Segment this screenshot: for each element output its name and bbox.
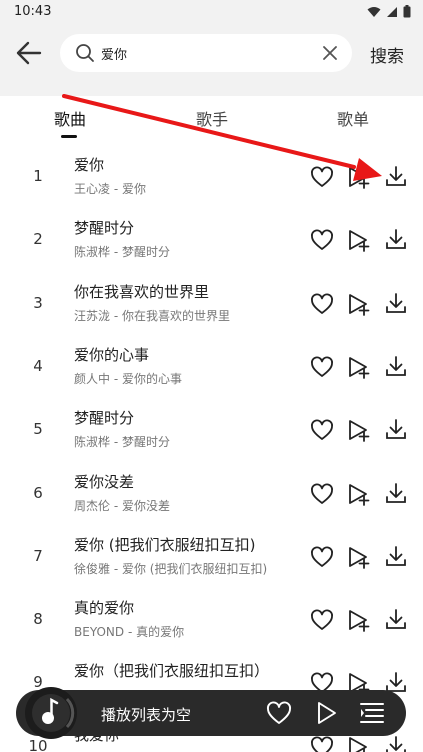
download-icon[interactable] [383, 354, 409, 380]
song-title: 梦醒时分 [74, 409, 135, 428]
like-heart-icon[interactable] [309, 354, 335, 380]
download-icon[interactable] [383, 734, 409, 752]
add-to-playlist-icon[interactable] [346, 291, 372, 317]
song-index: 6 [33, 483, 43, 502]
like-heart-icon[interactable] [309, 481, 335, 507]
player-status-text: 播放列表为空 [101, 706, 192, 724]
tab-playlists[interactable]: 歌单 [337, 106, 369, 130]
song-row[interactable]: 5 梦醒时分陈淑桦 - 梦醒时分 [0, 400, 423, 463]
status-icons [367, 5, 411, 18]
song-artist-album: 周杰伦 - 爱你没差 [74, 498, 170, 513]
status-bar: 10:43 [0, 0, 423, 26]
add-to-playlist-icon[interactable] [346, 227, 372, 253]
add-to-playlist-icon[interactable] [346, 417, 372, 443]
like-heart-icon[interactable] [309, 164, 335, 190]
heart-icon[interactable] [265, 699, 293, 727]
song-title: 爱你没差 [74, 472, 135, 491]
search-input[interactable]: 爱你 [60, 34, 352, 72]
song-artist-album: BEYOND - 真的爱你 [74, 625, 185, 640]
like-heart-icon[interactable] [309, 417, 335, 443]
song-index: 4 [33, 356, 43, 375]
song-row[interactable]: 4 爱你的心事颜人中 - 爱你的心事 [0, 337, 423, 400]
download-icon[interactable] [383, 544, 409, 570]
song-row[interactable]: 1 爱你王心凌 - 爱你 [0, 147, 423, 210]
search-query-text[interactable]: 爱你 [101, 44, 127, 63]
song-artist-album: 王心凌 - 爱你 [74, 182, 146, 196]
download-icon[interactable] [383, 291, 409, 317]
song-index: 8 [33, 610, 43, 629]
like-heart-icon[interactable] [309, 734, 335, 752]
song-title: 爱你 (把我们衣服纽扣互扣) [74, 535, 256, 554]
add-to-playlist-icon[interactable] [346, 734, 372, 752]
download-icon[interactable] [383, 607, 409, 633]
search-button[interactable]: 搜索 [370, 42, 404, 67]
song-artist-album: 陈淑桦 - 梦醒时分 [74, 245, 170, 260]
song-title: 爱你的心事 [74, 345, 150, 364]
download-icon[interactable] [383, 417, 409, 443]
tab-songs[interactable]: 歌曲 [54, 106, 86, 130]
song-index: 3 [33, 293, 43, 312]
song-artist-album: 陈淑桦 - 梦醒时分 [74, 435, 170, 450]
add-to-playlist-icon[interactable] [346, 544, 372, 570]
song-index: 2 [33, 230, 43, 249]
add-to-playlist-icon[interactable] [346, 164, 372, 190]
song-title: 你在我喜欢的世界里 [74, 282, 210, 301]
song-title: 爱你（把我们衣服纽扣互扣） [74, 662, 270, 681]
song-row[interactable]: 2 梦醒时分陈淑桦 - 梦醒时分 [0, 210, 423, 273]
song-artist-album: 徐俊雅 - 爱你 (把我们衣服纽扣互扣) [74, 561, 268, 576]
play-icon[interactable] [312, 699, 340, 727]
search-icon [76, 44, 94, 62]
clear-icon[interactable] [323, 46, 337, 60]
song-artist-album: 汪苏泷 - 你在我喜欢的世界里 [74, 308, 230, 323]
wifi-icon [367, 6, 381, 17]
signal-icon [387, 6, 397, 17]
like-heart-icon[interactable] [309, 227, 335, 253]
playlist-icon[interactable] [358, 699, 386, 727]
song-title: 爱你 [74, 156, 105, 174]
add-to-playlist-icon[interactable] [346, 354, 372, 380]
song-row[interactable]: 3 你在我喜欢的世界里汪苏泷 - 你在我喜欢的世界里 [0, 274, 423, 337]
tab-artists[interactable]: 歌手 [196, 106, 228, 130]
song-row[interactable]: 6 爱你没差周杰伦 - 爱你没差 [0, 464, 423, 527]
song-index: 1 [33, 167, 43, 185]
battery-icon [403, 5, 411, 18]
add-to-playlist-icon[interactable] [346, 481, 372, 507]
album-disc-icon[interactable] [24, 686, 78, 740]
song-index: 7 [33, 546, 43, 565]
download-icon[interactable] [383, 481, 409, 507]
song-index: 5 [33, 420, 43, 439]
song-artist-album: 颜人中 - 爱你的心事 [74, 371, 182, 386]
like-heart-icon[interactable] [309, 291, 335, 317]
like-heart-icon[interactable] [309, 607, 335, 633]
download-icon[interactable] [383, 227, 409, 253]
song-title: 真的爱你 [74, 599, 135, 618]
tab-active-indicator [61, 135, 77, 138]
song-title: 梦醒时分 [74, 219, 135, 238]
download-icon[interactable] [383, 164, 409, 190]
status-time: 10:43 [14, 4, 52, 19]
add-to-playlist-icon[interactable] [346, 607, 372, 633]
like-heart-icon[interactable] [309, 544, 335, 570]
song-row[interactable]: 7 爱你 (把我们衣服纽扣互扣) 徐俊雅 - 爱你 (把我们衣服纽扣互扣) [0, 527, 423, 590]
song-row[interactable]: 8 真的爱你 BEYOND - 真的爱你 [0, 590, 423, 653]
back-arrow-icon[interactable] [14, 38, 44, 68]
